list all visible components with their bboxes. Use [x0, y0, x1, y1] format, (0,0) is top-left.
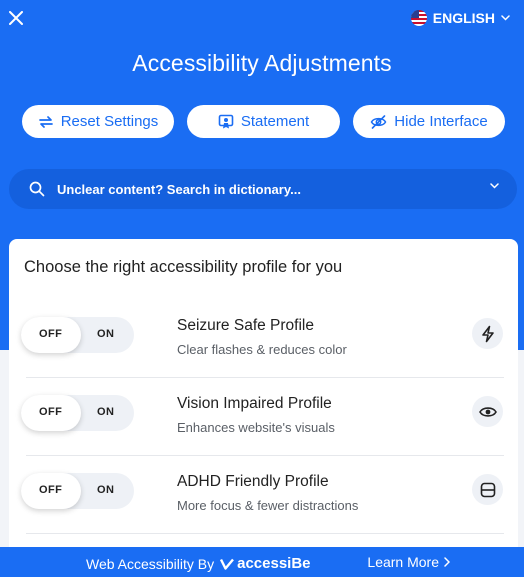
lightning-icon: [472, 318, 503, 349]
vision-impaired-toggle[interactable]: OFF ON: [21, 395, 134, 431]
dictionary-search[interactable]: Unclear content? Search in dictionary...: [9, 169, 517, 209]
hide-interface-label: Hide Interface: [394, 113, 488, 130]
profile-row-adhd-friendly: OFF ON ADHD Friendly Profile More focus …: [9, 456, 518, 534]
eye-icon: [472, 396, 503, 427]
learn-more-label: Learn More: [367, 554, 439, 570]
language-selector[interactable]: ENGLISH: [410, 8, 510, 28]
reset-arrows-icon: [38, 115, 53, 128]
eye-slash-icon: [370, 114, 387, 129]
profile-name: ADHD Friendly Profile: [177, 473, 329, 490]
toggle-on-label: ON: [97, 406, 115, 418]
focus-frame-icon: [472, 474, 503, 505]
hide-interface-button[interactable]: Hide Interface: [353, 105, 505, 138]
toggle-on-label: ON: [97, 484, 115, 496]
search-icon: [29, 181, 45, 197]
profile-row-seizure-safe: OFF ON Seizure Safe Profile Clear flashe…: [9, 300, 518, 378]
row-divider: [26, 533, 504, 534]
toggle-off-label: OFF: [39, 328, 63, 340]
toggle-on-label: ON: [97, 328, 115, 340]
search-chevron-down-icon: [490, 183, 499, 189]
statement-badge-icon: [218, 114, 234, 128]
brand-name: accessiBe: [237, 555, 311, 572]
chevron-right-icon: [444, 557, 450, 567]
profile-name: Seizure Safe Profile: [177, 317, 314, 334]
chevron-down-icon: [501, 15, 510, 21]
profile-name: Vision Impaired Profile: [177, 395, 332, 412]
adhd-friendly-toggle[interactable]: OFF ON: [21, 473, 134, 509]
profile-description: More focus & fewer distractions: [177, 498, 359, 513]
statement-label: Statement: [240, 113, 310, 130]
accessibe-check-icon: [220, 558, 235, 570]
close-button[interactable]: [6, 8, 26, 28]
footer-bar: Web Accessibility By accessiBe Learn Mor…: [0, 547, 524, 577]
page-title: Accessibility Adjustments: [132, 50, 392, 76]
us-flag-icon: [410, 10, 427, 26]
profile-row-vision-impaired: OFF ON Vision Impaired Profile Enhances …: [9, 378, 518, 456]
reset-settings-label: Reset Settings: [60, 113, 159, 130]
learn-more-link[interactable]: Learn More: [367, 554, 450, 570]
toggle-off-label: OFF: [39, 406, 63, 418]
profiles-heading: Choose the right accessibility profile f…: [24, 258, 343, 276]
accessibility-panel: ENGLISH Accessibility Adjustments Reset …: [0, 0, 524, 577]
seizure-safe-toggle[interactable]: OFF ON: [21, 317, 134, 353]
profile-description: Clear flashes & reduces color: [177, 342, 347, 357]
footer-prefix: Web Accessibility By: [86, 555, 215, 572]
profile-description: Enhances website's visuals: [177, 420, 335, 435]
search-placeholder: Unclear content? Search in dictionary...: [57, 181, 301, 197]
close-icon: [9, 11, 23, 25]
reset-settings-button[interactable]: Reset Settings: [22, 105, 174, 138]
profiles-card: Choose the right accessibility profile f…: [9, 239, 518, 569]
toggle-off-label: OFF: [39, 484, 63, 496]
language-label: ENGLISH: [432, 10, 495, 26]
footer-attribution[interactable]: Web Accessibility By accessiBe: [86, 555, 311, 572]
accessibe-logo: accessiBe: [220, 555, 311, 572]
statement-button[interactable]: Statement: [187, 105, 340, 138]
